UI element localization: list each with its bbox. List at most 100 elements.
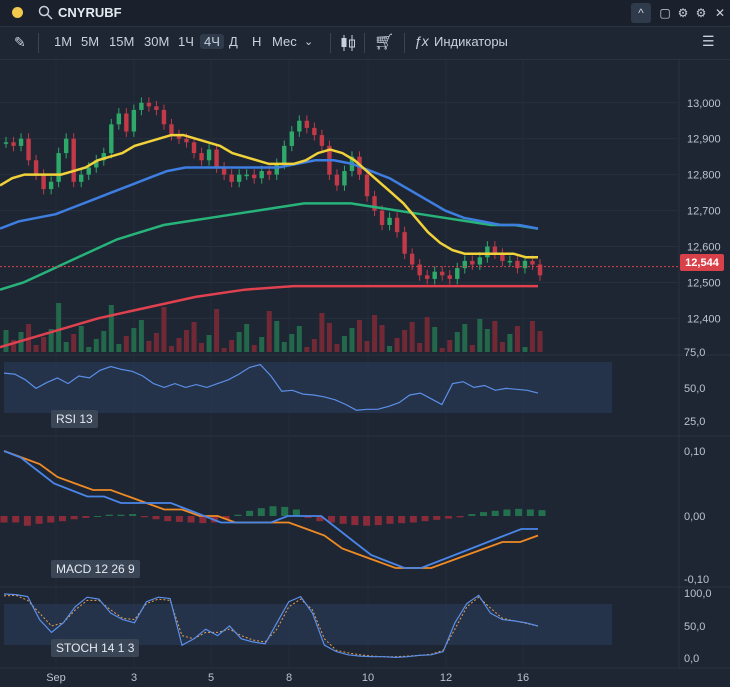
macd-series [0, 450, 546, 569]
candle-body [530, 260, 535, 265]
volume-bar [56, 303, 62, 352]
volume-bar [334, 344, 340, 352]
volume-bar [439, 348, 445, 352]
volume-bar [469, 345, 475, 352]
candle-body [259, 171, 264, 179]
candle-body [116, 113, 122, 125]
candle-body [33, 160, 39, 175]
time-tick: 8 [286, 672, 292, 684]
macd-histogram-bar [480, 512, 488, 516]
volume-bar [3, 330, 9, 352]
candle-body [455, 268, 460, 279]
candle-body [71, 138, 76, 182]
volume-bar [424, 317, 430, 352]
macd-histogram-bar [468, 514, 476, 516]
time-tick: Sep [46, 672, 66, 684]
volume-bar [221, 348, 227, 352]
macd-histogram-bar [82, 516, 90, 518]
macd-histogram-bar [246, 510, 254, 516]
macd-histogram-bar [409, 516, 417, 523]
volume-bar [387, 346, 393, 352]
macd-histogram-bar [129, 514, 137, 516]
volume-bar [454, 332, 460, 352]
candle-body [394, 217, 400, 233]
volume-bar [206, 335, 212, 352]
candle-body [79, 174, 84, 182]
candle-body [236, 174, 242, 182]
volume-bar [86, 347, 92, 352]
macd-histogram-bar [58, 516, 66, 522]
macd-histogram-bar [339, 516, 347, 524]
candle-body [470, 260, 475, 265]
volume-bar [176, 338, 182, 352]
stoch-label[interactable]: STOCH 14 1 3 [51, 639, 140, 657]
volume-bar [229, 340, 235, 352]
macd-histogram-bar [421, 516, 429, 522]
candle-body [387, 217, 392, 225]
candle-body [206, 149, 212, 161]
macd-histogram-bar [187, 516, 195, 523]
macd-histogram-bar [503, 509, 511, 516]
volume-bar [259, 337, 265, 352]
volume-bar [214, 309, 220, 352]
candle-body [11, 142, 16, 146]
volume-bar [168, 346, 174, 352]
candle-body [184, 138, 189, 143]
stoch-tick: 100,0 [684, 588, 712, 600]
macd-histogram-bar [164, 516, 172, 522]
macd-histogram-bar [0, 516, 8, 523]
volume-bar [364, 341, 370, 352]
macd-label[interactable]: MACD 12 26 9 [51, 560, 140, 578]
candle-body [161, 109, 167, 125]
candle-body [477, 257, 483, 265]
volume-bar [296, 326, 302, 352]
volume-bar [514, 326, 520, 352]
volume-bar [432, 327, 438, 352]
volume-bar [349, 328, 355, 352]
volume-bar [537, 331, 543, 352]
volume-bar [356, 320, 362, 352]
volume-bar [161, 307, 167, 352]
rsi-axis-labels: 75,0 50,0 25,0 [684, 347, 705, 428]
candle-body [251, 174, 257, 179]
candle-body [364, 174, 370, 197]
volume-bar [417, 343, 423, 352]
candle-body [48, 181, 54, 190]
volume-bar [199, 343, 205, 352]
volume-bar [409, 322, 415, 352]
macd-axis-labels: 0,10 0,00 -0,10 [684, 446, 709, 586]
volume-bar [402, 330, 408, 352]
candle-body [244, 174, 249, 177]
candle-body [191, 142, 197, 154]
candle-body [312, 127, 317, 136]
rsi-tick: 50,0 [684, 383, 705, 395]
volume-bar [244, 324, 250, 352]
candle-body [56, 153, 61, 182]
macd-histogram-bar [152, 516, 160, 520]
volume-bar [123, 336, 129, 352]
stoch-axis-labels: 100,0 50,0 0,0 [684, 588, 712, 665]
candle-body [169, 124, 174, 136]
rsi-label[interactable]: RSI 13 [51, 410, 98, 428]
volume-bar [492, 321, 498, 352]
volume-bar [191, 322, 197, 352]
candle-body [131, 109, 137, 132]
macd-histogram-bar [175, 516, 183, 522]
time-tick: 5 [208, 672, 214, 684]
last-price-text: 12,544 [685, 257, 720, 269]
candle-body [214, 149, 219, 168]
rsi-tick: 25,0 [684, 416, 705, 428]
macd-histogram-bar [538, 510, 546, 516]
price-tick: 12,700 [687, 206, 721, 218]
volume-bar [507, 334, 513, 352]
chart-canvas[interactable]: 13,000 12,900 12,800 12,700 12,600 12,500 12,4… [0, 0, 730, 687]
macd-histogram-bar [491, 510, 499, 516]
macd-histogram-bar [47, 516, 55, 523]
macd-histogram-bar [117, 514, 125, 516]
volume-bar [522, 347, 528, 352]
candle-body [146, 102, 152, 107]
macd-tick: 0,00 [684, 511, 705, 523]
candle-body [229, 174, 234, 182]
price-tick: 12,800 [687, 170, 721, 182]
candle-body [424, 275, 430, 279]
